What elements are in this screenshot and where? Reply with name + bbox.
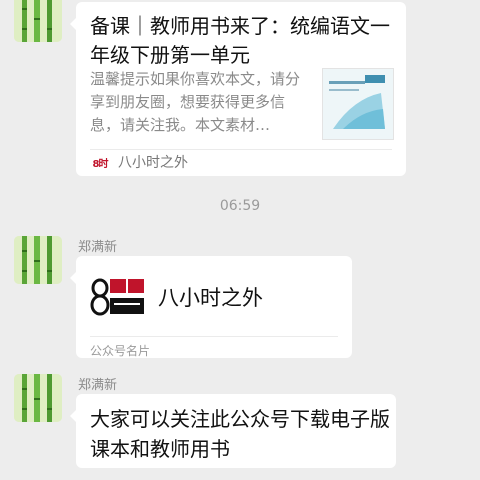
- card-title: 八小时之外: [158, 286, 263, 310]
- bamboo-avatar-icon: [14, 236, 62, 284]
- message-timestamp: 06:59: [219, 198, 261, 214]
- article-description: 温馨提示如果你喜欢本文，请分享到朋友圈，想要获得更多信息，请关注我。本文素材…: [90, 70, 301, 134]
- sender-avatar[interactable]: [14, 0, 62, 42]
- text-message[interactable]: 大家可以关注此公众号下载电子版课本和教师用书: [70, 394, 396, 468]
- contact-card[interactable]: 八小时之外 公众号名片: [70, 256, 352, 358]
- eight-hours-logo-icon: [90, 276, 148, 318]
- bamboo-avatar-icon: [14, 0, 62, 42]
- bamboo-avatar-icon: [14, 374, 62, 422]
- source-name: 八小时之外: [118, 155, 188, 171]
- card-type-label: 公众号名片: [90, 344, 151, 358]
- card-divider: [90, 336, 338, 337]
- article-source: 8时 八小时之外: [90, 154, 188, 171]
- sender-name: 郑满新: [78, 378, 118, 393]
- sender-avatar[interactable]: [14, 236, 62, 284]
- article-divider: [90, 149, 392, 150]
- sender-avatar[interactable]: [14, 374, 62, 422]
- source-logo-icon: 8时: [92, 158, 109, 170]
- sender-name: 郑满新: [78, 240, 118, 255]
- article-thumbnail: [322, 68, 394, 140]
- article-card[interactable]: 备课｜教师用书来了：统编语文一年级下册第一单元 温馨提示如果你喜欢本文，请分享到…: [70, 2, 406, 176]
- article-title: 备课｜教师用书来了：统编语文一年级下册第一单元: [90, 14, 390, 67]
- message-text: 大家可以关注此公众号下载电子版课本和教师用书: [90, 407, 390, 461]
- book-cover-icon: [323, 69, 393, 139]
